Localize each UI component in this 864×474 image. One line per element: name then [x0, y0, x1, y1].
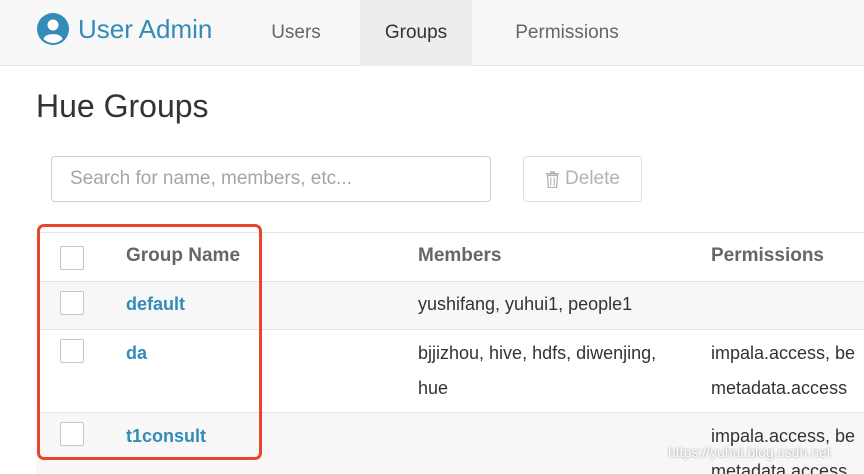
delete-button-label: Delete — [565, 168, 620, 189]
column-header-permissions[interactable]: Permissions — [711, 245, 824, 267]
watermark-text: https://yuhui.blog.csdn.net — [668, 444, 831, 460]
permissions-cell-continued: metadata.access — [711, 461, 848, 474]
members-cell: bjjizhou, hive, hdfs, diwenjing, — [418, 343, 657, 363]
app-brand[interactable]: User Admin — [36, 11, 212, 47]
trash-icon — [546, 170, 560, 188]
highlight-annotation — [37, 224, 262, 460]
page-title: Hue Groups — [36, 88, 209, 124]
members-cell-continued: hue — [418, 378, 449, 398]
tab-users[interactable]: Users — [252, 0, 340, 66]
column-header-members[interactable]: Members — [418, 245, 501, 267]
tab-permissions[interactable]: Permissions — [492, 0, 642, 66]
user-circle-icon — [37, 13, 69, 45]
tab-groups[interactable]: Groups — [360, 0, 472, 66]
app-title: User Admin — [78, 14, 213, 44]
permissions-cell: impala.access, be — [711, 343, 856, 363]
delete-button[interactable]: Delete — [523, 156, 642, 202]
members-cell: yushifang, yuhui1, people1 — [418, 294, 633, 314]
search-input[interactable] — [51, 156, 491, 202]
top-navbar: User Admin Users Groups Permissions — [0, 0, 864, 66]
permissions-cell-continued: metadata.access — [711, 378, 848, 398]
